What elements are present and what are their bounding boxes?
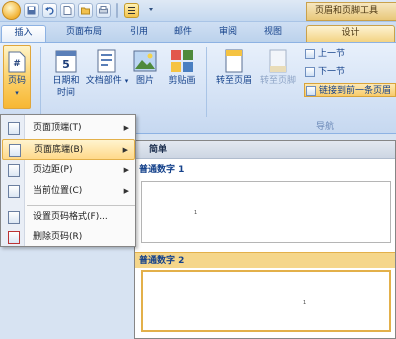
previous-section-icon <box>305 49 315 59</box>
menu-item-label: 页边距(P) <box>33 165 73 175</box>
tab-references[interactable]: 引用 <box>122 25 156 42</box>
goto-footer-button: 转至页脚 <box>256 49 300 87</box>
tab-design[interactable]: 设计 <box>306 25 395 42</box>
quick-access-toolbar: 页眉和页脚工具 <box>0 0 396 22</box>
svg-text:5: 5 <box>62 58 70 71</box>
link-to-previous-label: 链接到前一条页眉 <box>319 86 392 96</box>
tab-page-layout[interactable]: 页面布局 <box>58 25 110 42</box>
page-number-label: 页码 <box>7 76 26 86</box>
page-number-icon: # <box>8 51 26 73</box>
page-number-gallery: 简单 普通数字 1 1 普通数字 2 1 <box>134 140 396 339</box>
page-number-button[interactable]: # 页码 ▾ <box>3 45 31 109</box>
goto-header-label: 转至页眉 <box>215 76 252 86</box>
current-position-icon <box>8 185 20 198</box>
clip-art-icon <box>171 50 193 72</box>
date-time-label-2: 时间 <box>56 88 75 98</box>
save-icon[interactable] <box>24 3 39 18</box>
submenu-arrow-icon: ▶ <box>123 187 129 195</box>
previous-section-button[interactable]: 上一节 <box>304 47 396 61</box>
remove-page-numbers-icon <box>8 231 20 244</box>
picture-button[interactable]: 图片 <box>132 49 158 87</box>
header-footer-tools-title: 页眉和页脚工具 <box>306 2 396 21</box>
next-section-icon <box>305 67 315 77</box>
tab-mailings[interactable]: 邮件 <box>166 25 200 42</box>
document-parts-icon <box>97 49 116 73</box>
toolbar-separator <box>116 3 118 18</box>
print-icon[interactable] <box>96 3 111 18</box>
goto-footer-icon <box>269 49 287 73</box>
menu-item-label: 当前位置(C) <box>33 186 83 196</box>
page-number-sample: 1 <box>194 210 198 216</box>
picture-label: 图片 <box>135 76 154 86</box>
tab-insert[interactable]: 插入 <box>1 25 46 42</box>
goto-footer-label: 转至页脚 <box>259 76 296 86</box>
menu-item-remove-page-numbers[interactable]: 删除页码(R) <box>2 227 135 248</box>
menu-item-top-of-page[interactable]: 页面顶端(T) ▶ <box>2 118 135 139</box>
bottom-of-page-icon <box>9 144 21 157</box>
menu-item-current-position[interactable]: 当前位置(C) ▶ <box>2 181 135 202</box>
menu-separator <box>27 205 135 206</box>
picture-icon <box>133 50 157 72</box>
undo-icon[interactable] <box>42 3 57 18</box>
menu-item-label: 设置页码格式(F)... <box>33 212 108 222</box>
calendar-icon: 5 <box>55 50 77 73</box>
document-parts-dropdown-arrow: ▾ <box>124 77 129 85</box>
format-page-numbers-icon <box>8 211 20 224</box>
ribbon-tab-bar: 插入 页面布局 引用 邮件 审阅 视图 设计 <box>0 22 396 42</box>
goto-header-button[interactable]: 转至页眉 <box>212 49 256 87</box>
goto-header-icon <box>225 49 243 73</box>
document-parts-label: 文档部件 <box>85 76 122 86</box>
menu-item-page-margins[interactable]: 页边距(P) ▶ <box>2 160 135 181</box>
gallery-item-title: 普通数字 1 <box>139 165 185 175</box>
clip-art-button[interactable]: 剪贴画 <box>164 49 200 87</box>
page-number-sample: 1 <box>303 300 307 306</box>
ribbon-separator <box>40 47 41 117</box>
menu-item-label: 页面底端(B) <box>34 145 84 155</box>
next-section-button[interactable]: 下一节 <box>304 65 396 79</box>
navigation-group-label: 导航 <box>315 122 334 132</box>
link-to-previous-button[interactable]: 链接到前一条页眉 <box>304 83 396 97</box>
link-icon <box>306 86 316 96</box>
customize-toolbar-icon[interactable] <box>146 3 156 18</box>
ribbon-separator <box>206 47 207 117</box>
submenu-arrow-icon: ▶ <box>123 166 129 174</box>
gallery-category-header: 简单 <box>135 141 395 159</box>
new-document-icon[interactable] <box>60 3 75 18</box>
submenu-arrow-icon: ▶ <box>122 146 128 154</box>
open-folder-icon[interactable] <box>78 3 93 18</box>
menu-item-format-page-numbers[interactable]: 设置页码格式(F)... <box>2 207 135 228</box>
gallery-item-plain-number-1[interactable]: 1 <box>141 181 391 243</box>
page-number-dropdown-arrow: ▾ <box>15 89 19 97</box>
gallery-item-title: 普通数字 2 <box>135 252 395 268</box>
menu-item-label: 删除页码(R) <box>33 232 83 242</box>
previous-section-label: 上一节 <box>318 49 346 59</box>
office-button[interactable] <box>2 1 21 20</box>
next-section-label: 下一节 <box>318 67 346 77</box>
document-view-icon[interactable] <box>124 3 139 18</box>
document-parts-button[interactable]: 文档部件 ▾ <box>85 49 129 87</box>
tab-review[interactable]: 审阅 <box>211 25 245 42</box>
top-of-page-icon <box>8 122 20 135</box>
date-time-button[interactable]: 5 日期和 时间 <box>49 49 83 99</box>
page-number-menu: 页面顶端(T) ▶ 页面底端(B) ▶ 页边距(P) ▶ 当前位置(C) ▶ 设… <box>0 114 136 247</box>
menu-item-label: 页面顶端(T) <box>33 123 82 133</box>
date-time-label-1: 日期和 <box>52 76 80 86</box>
gallery-item-plain-number-2[interactable]: 1 <box>141 270 391 332</box>
page-margins-icon <box>8 164 20 177</box>
menu-item-bottom-of-page[interactable]: 页面底端(B) ▶ <box>2 139 135 160</box>
svg-text:#: # <box>13 59 21 69</box>
submenu-arrow-icon: ▶ <box>123 124 129 132</box>
clip-art-label: 剪贴画 <box>168 76 196 86</box>
tab-view[interactable]: 视图 <box>256 25 290 42</box>
